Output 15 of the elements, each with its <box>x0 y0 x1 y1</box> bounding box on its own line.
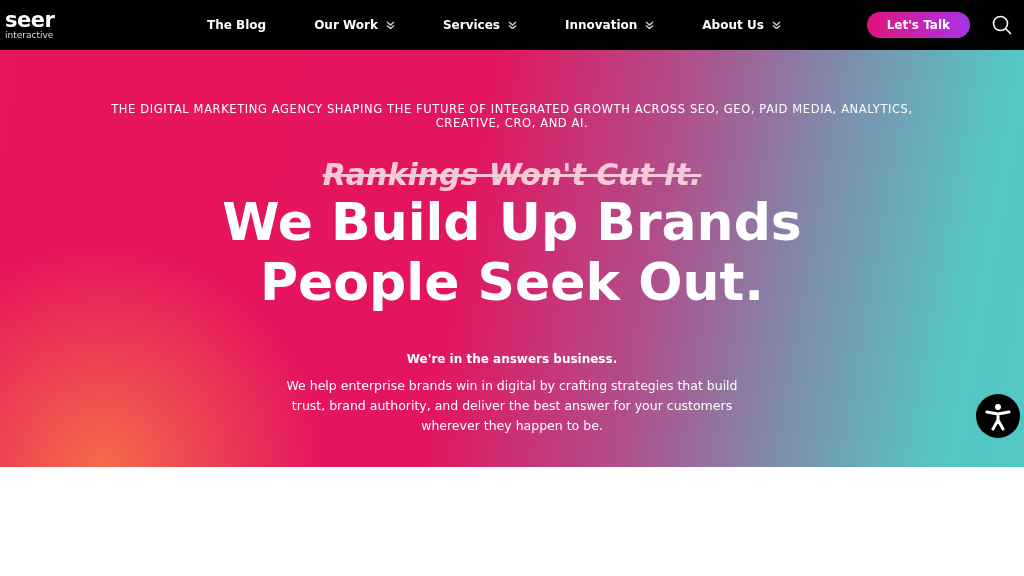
accessibility-icon <box>983 401 1013 431</box>
accessibility-button[interactable] <box>976 394 1020 438</box>
nav-link[interactable]: The Blog <box>207 18 267 32</box>
hero-subheading: We're in the answers business. <box>406 351 618 366</box>
nav-link[interactable]: Our Work <box>314 18 395 32</box>
nav-link[interactable]: Services <box>442 18 517 32</box>
logo[interactable]: seer interactive <box>5 10 155 40</box>
lets-talk-button[interactable]: Let's Talk <box>866 12 970 38</box>
search-icon[interactable] <box>992 15 1012 35</box>
hero-heading: We Build Up Brands People Seek Out. <box>221 191 803 312</box>
nav-link[interactable]: About Us <box>702 18 781 32</box>
struck-heading: Rankings Won't Cut It. <box>322 156 702 192</box>
hero-description: We help enterprise brands win in digital by crafting strategies that build trust, brand authority, and deliver the best answer for your customers wherever they happen to be. <box>285 376 739 435</box>
nav-link[interactable]: Innovation <box>564 18 655 32</box>
hero-tagline: THE DIGITAL MARKETING AGENCY SHAPING THE FUTURE OF INTEGRATED GROWTH ACROSS SEO, GEO, PAID MEDIA, ANALYTICS, CREATIVE, CRO, AND AI. <box>110 102 914 131</box>
